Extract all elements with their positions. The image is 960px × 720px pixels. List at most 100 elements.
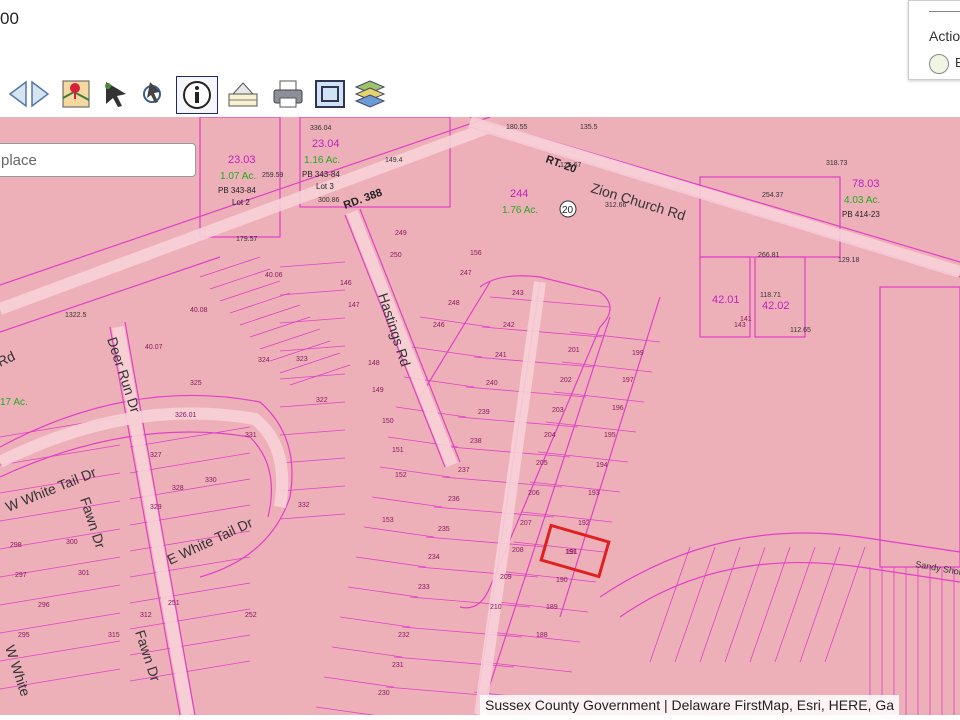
parcel-id: 42.01 [712, 294, 740, 306]
top-bar-value: 00 [0, 9, 19, 28]
parcel-button[interactable] [225, 76, 261, 112]
info-button[interactable] [176, 76, 218, 114]
lot-line [279, 457, 346, 464]
lot-number: 203 [552, 407, 564, 414]
top-bar: 00 [0, 0, 960, 38]
lot-number: 312 [140, 612, 152, 619]
lot-line [279, 401, 346, 408]
lot-line [433, 506, 555, 518]
lot-number: 322 [316, 397, 328, 404]
parcel-id: 23.04 [312, 138, 340, 150]
lot-number: 246 [433, 322, 445, 329]
road-label-e-white-tail: E White Tail Dr [165, 514, 256, 568]
lot-number: 206 [528, 490, 540, 497]
lot-number: 190 [556, 577, 568, 584]
lot-line [521, 511, 613, 523]
lot-line [339, 616, 411, 628]
lot-number: 204 [544, 432, 556, 439]
lot-line [505, 571, 597, 583]
parcel-acres-edge: 17 Ac. [0, 397, 28, 408]
search-box[interactable] [0, 143, 196, 177]
lot-number: 192 [578, 520, 590, 527]
distance-label: 112.65 [790, 327, 811, 334]
lot-number: 331 [245, 432, 257, 439]
lot-line [441, 476, 563, 488]
lot-number: 297 [15, 572, 27, 579]
highlighted-parcel-label: 191 [565, 549, 577, 556]
road-label-w-white-edge: W White [2, 643, 34, 698]
actions-item[interactable]: E [929, 53, 960, 75]
lot-number: 202 [560, 377, 572, 384]
parcel-id: 42.02 [762, 300, 790, 312]
select-button[interactable] [98, 76, 134, 112]
lot-line [355, 556, 427, 568]
distance-label: 179.57 [236, 236, 258, 243]
lot-line [363, 526, 435, 538]
lot-number: 197 [622, 377, 634, 384]
lot-number: 248 [448, 300, 460, 307]
layers-button[interactable] [352, 76, 388, 112]
lot-line [371, 496, 443, 508]
lot-line [219, 280, 281, 302]
lot-number: 152 [395, 472, 407, 479]
actions-panel: Actio E [908, 0, 960, 80]
lot-number: 231 [392, 662, 404, 669]
lot-line [229, 292, 291, 314]
lot-line [279, 352, 341, 374]
lot-line [129, 426, 251, 448]
distance-label: 180.55 [506, 124, 528, 131]
lot-line [129, 556, 251, 578]
road-label-rd388: RD. 388 [342, 187, 384, 212]
lot-line [489, 631, 581, 643]
lot-number: 189 [546, 604, 558, 611]
lot-line [529, 481, 621, 493]
zoom-to-location-button[interactable] [58, 76, 94, 112]
lot-line [419, 316, 491, 328]
parcel-id: 78.03 [852, 178, 880, 190]
lot-number: 247 [460, 270, 472, 277]
basemap-icon [929, 54, 949, 74]
parcel-id: 244 [510, 188, 528, 200]
lot-line [279, 513, 346, 520]
print-button[interactable] [270, 76, 306, 112]
extent-icon [315, 80, 345, 108]
parcel-icon [228, 82, 258, 107]
lot-number: 196 [612, 405, 624, 412]
lot-number: 252 [245, 612, 257, 619]
lot-number: 148 [368, 360, 380, 367]
identify-button[interactable] [136, 76, 172, 112]
actions-title: Actio [929, 28, 960, 44]
road-label-fawn-lower: Fawn Dr [132, 628, 164, 684]
lot-number: 201 [568, 347, 580, 354]
identify-pan-icon [143, 82, 161, 103]
lot-line [393, 656, 515, 668]
map-toolbar [0, 36, 960, 116]
parcel-map[interactable]: 243 242 241 240 239 238 237 236 235 234 233 201 202 2… [0, 117, 960, 715]
parcel-lot: Lot 3 [316, 182, 334, 191]
map-attribution: Sussex County Government | Delaware Firs… [480, 695, 899, 715]
parcel-acres: 1.76 Ac. [502, 205, 538, 216]
lot-number: 235 [438, 526, 450, 533]
lot-number: 300 [66, 539, 78, 546]
lot-number: 210 [490, 604, 502, 611]
parcel-acres: 4.03 Ac. [844, 195, 880, 206]
map-view[interactable]: 243 242 241 240 239 238 237 236 235 234 233 201 202 2… [0, 117, 960, 715]
lot-line [799, 546, 841, 663]
lot-line [774, 546, 816, 663]
lot-line [199, 256, 261, 278]
road-label-sandy-shore: Sandy Shore [915, 559, 960, 578]
forward-button[interactable] [22, 76, 58, 112]
lot-line [249, 316, 311, 338]
lot-line [331, 646, 403, 658]
lot-number: 150 [382, 418, 394, 425]
lot-number: 205 [536, 460, 548, 467]
search-input[interactable] [0, 144, 193, 176]
lot-number: 250 [390, 252, 402, 259]
lot-number: 238 [470, 438, 482, 445]
distance-label: 135.5 [580, 124, 598, 131]
lot-number: 146 [340, 280, 352, 287]
distance-label: 266.81 [758, 252, 780, 259]
full-extent-button[interactable] [312, 76, 348, 112]
lot-line [699, 546, 741, 663]
lot-number: 240 [486, 380, 498, 387]
